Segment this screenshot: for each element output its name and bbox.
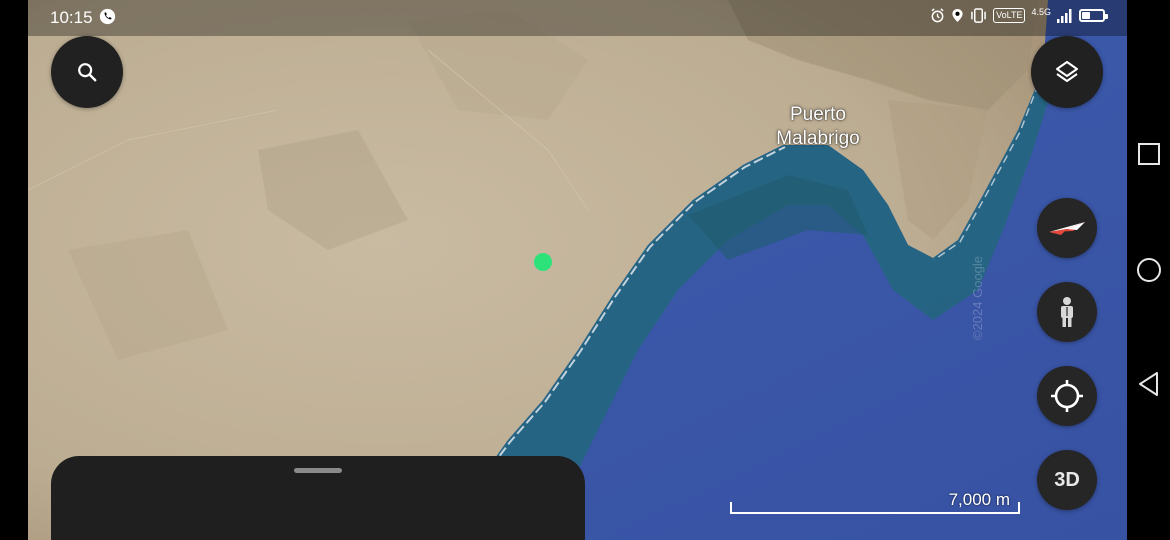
network-badge: VoLTE [993, 8, 1026, 23]
battery-icon [1079, 9, 1108, 22]
signal-icon [1057, 8, 1072, 23]
compass-icon [1049, 222, 1085, 235]
sheet-drag-handle[interactable] [294, 468, 342, 473]
location-marker[interactable] [534, 253, 552, 271]
home-button[interactable] [1128, 249, 1170, 291]
home-icon [1137, 258, 1161, 282]
clock: 10:15 [50, 8, 93, 27]
3d-toggle-button[interactable]: 3D [1037, 450, 1097, 510]
3d-label: 3D [1054, 468, 1080, 491]
search-button[interactable] [51, 36, 123, 108]
search-icon [78, 63, 97, 82]
compass-button[interactable] [1037, 198, 1097, 258]
status-icons: VoLTE 4.5G [930, 7, 1108, 23]
street-view-button[interactable] [1037, 282, 1097, 342]
place-label-line2: Malabrigo [776, 128, 860, 149]
pegman-icon [1061, 297, 1073, 327]
scale-line [730, 502, 1020, 514]
recent-apps-button[interactable] [1128, 133, 1170, 175]
layers-button[interactable] [1031, 36, 1103, 108]
place-label[interactable]: Puerto Malabrigo [763, 103, 873, 151]
crosshair-icon [1051, 380, 1083, 412]
layers-icon [1056, 61, 1078, 82]
back-icon [1139, 372, 1158, 396]
location-icon [952, 9, 963, 22]
back-button[interactable] [1128, 363, 1170, 405]
my-location-button[interactable] [1037, 366, 1097, 426]
bottom-sheet[interactable] [51, 456, 585, 540]
status-bar: 10:15 VoLTE 4.5G [28, 0, 1127, 36]
place-label-line1: Puerto [790, 104, 846, 125]
battery-fill [1082, 12, 1090, 19]
screen: Puerto Malabrigo ©2024 Google 10:15 VoLT… [28, 0, 1127, 540]
status-time: 10:15 [50, 8, 116, 28]
network-type: 4.5G [1031, 7, 1051, 17]
vibrate-icon [971, 8, 986, 23]
whatsapp-call-icon [100, 8, 116, 25]
system-navigation-bar [1128, 0, 1170, 540]
alarm-icon [931, 8, 944, 23]
scale-bar: 7,000 m [728, 488, 1020, 516]
map-copyright: ©2024 Google [970, 255, 985, 340]
recent-apps-icon [1138, 143, 1160, 165]
